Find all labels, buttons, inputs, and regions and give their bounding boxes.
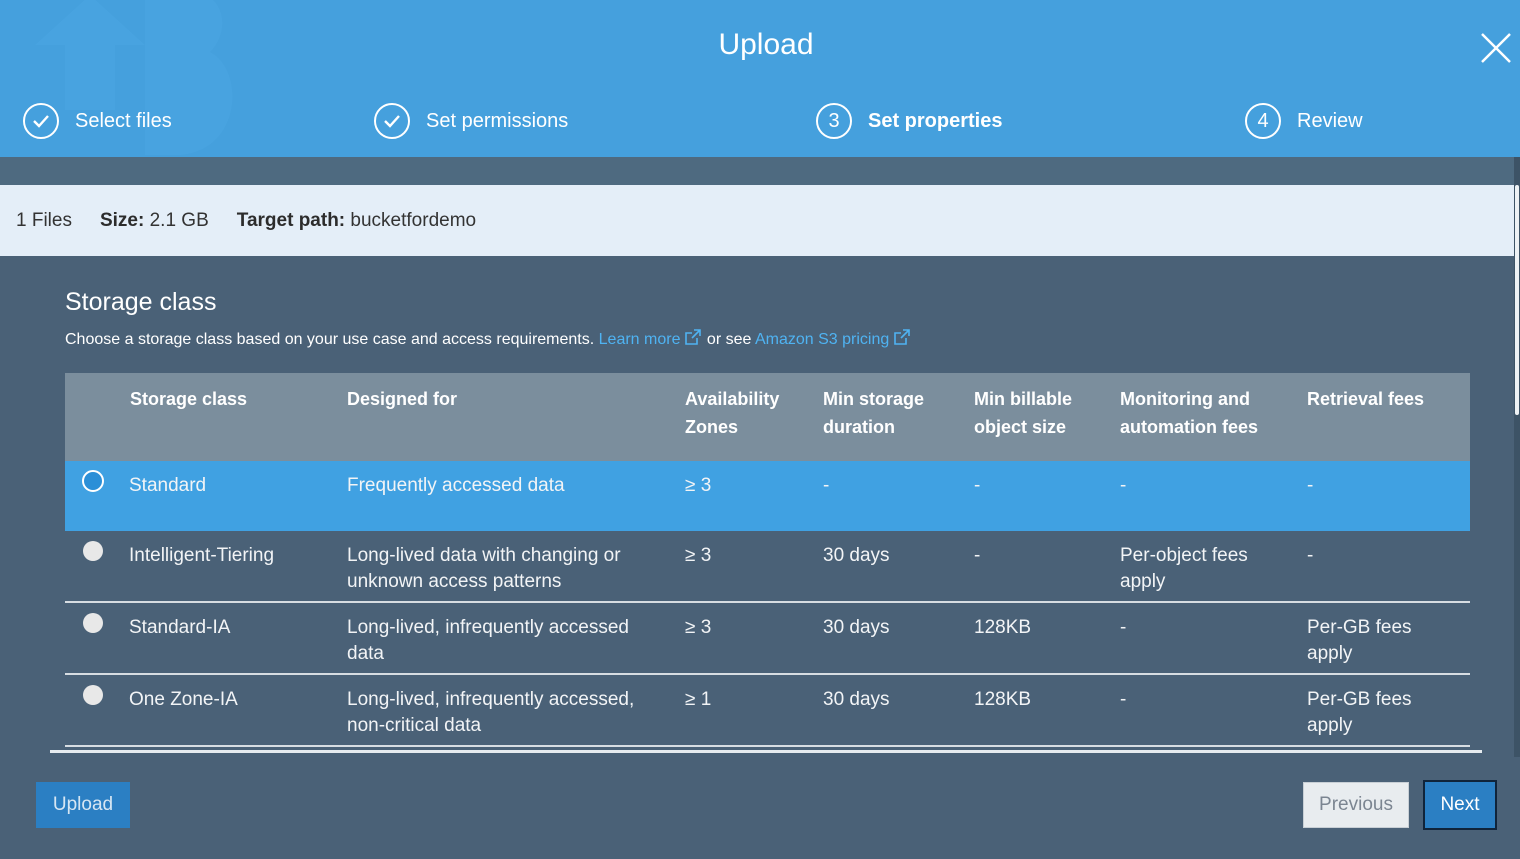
min-billable-size: 128KB — [974, 689, 1032, 710]
min-billable-size: 128KB — [974, 617, 1032, 638]
col-monitoring-fees: Monitoring and automation fees — [1120, 389, 1259, 437]
storage-class-name: Standard-IA — [129, 617, 231, 638]
col-retrieval-fees: Retrieval fees — [1307, 389, 1425, 409]
availability-zones: ≥ 1 — [685, 689, 712, 710]
step-number: 3 — [816, 103, 852, 139]
availability-zones: ≥ 3 — [685, 617, 712, 638]
step-set-permissions[interactable]: Set permissions — [374, 101, 568, 141]
learn-more-link[interactable]: Learn more — [599, 329, 703, 348]
min-billable-size: - — [974, 475, 981, 496]
target-path: Target path: bucketfordemo — [236, 209, 477, 231]
table-row[interactable]: Standard Frequently accessed data ≥ 3 - … — [65, 461, 1470, 531]
table-row[interactable]: One Zone-IA Long-lived, infrequently acc… — [65, 675, 1470, 747]
min-storage-duration: 30 days — [823, 617, 890, 638]
designed-for: Long-lived, infrequently accessed, non-cr… — [347, 689, 635, 736]
previous-button[interactable]: Previous — [1303, 782, 1409, 828]
radio-one-zone-ia[interactable] — [83, 685, 103, 705]
col-min-storage-duration: Min storage duration — [823, 389, 925, 437]
min-storage-duration: - — [823, 475, 830, 496]
designed-for: Long-lived, infrequently accessed data — [347, 617, 630, 664]
col-min-billable-size: Min billable object size — [974, 389, 1073, 437]
step-label: Set permissions — [426, 109, 569, 132]
availability-zones: ≥ 3 — [685, 545, 712, 566]
step-select-files[interactable]: Select files — [23, 101, 172, 141]
col-storage-class: Storage class — [130, 389, 248, 409]
retrieval-fees: Per-GB fees apply — [1307, 617, 1412, 664]
step-label: Select files — [75, 109, 172, 132]
radio-intelligent-tiering[interactable] — [83, 541, 103, 561]
storage-class-name: Standard — [129, 475, 207, 496]
monitoring-fees: - — [1120, 617, 1127, 638]
file-count: 1 Files — [16, 209, 72, 231]
upload-summary-bar: 1 Files Size: 2.1 GB Target path: bucket… — [0, 185, 1514, 256]
step-number: 4 — [1245, 103, 1281, 139]
table-row[interactable]: Intelligent-Tiering Long-lived data with… — [65, 531, 1470, 603]
check-icon — [23, 103, 59, 139]
availability-zones: ≥ 3 — [685, 475, 712, 496]
next-button[interactable]: Next — [1423, 780, 1497, 830]
table-header: Storage class Designed for Availability Z… — [65, 373, 1470, 461]
section-description: Choose a storage class based on your use… — [65, 328, 911, 349]
divider — [50, 750, 1482, 753]
min-storage-duration: 30 days — [823, 689, 890, 710]
radio-standard-ia[interactable] — [83, 613, 103, 633]
step-label: Set properties — [868, 109, 1003, 132]
retrieval-fees: Per-GB fees apply — [1307, 689, 1412, 736]
col-designed-for: Designed for — [347, 389, 458, 409]
storage-class-table: Storage class Designed for Availability Z… — [65, 373, 1470, 747]
section-title: Storage class — [65, 288, 217, 316]
storage-class-name: Intelligent-Tiering — [129, 545, 275, 566]
table-row[interactable]: Standard-IA Long-lived, infrequently acc… — [65, 603, 1470, 675]
external-link-icon — [685, 329, 702, 345]
dialog-title: Upload — [718, 28, 814, 61]
step-review[interactable]: 4 Review — [1245, 101, 1363, 141]
storage-class-panel: Storage class Choose a storage class bas… — [0, 256, 1514, 859]
retrieval-fees: - — [1307, 475, 1314, 496]
monitoring-fees: - — [1120, 689, 1127, 710]
upload-button[interactable]: Upload — [36, 782, 130, 828]
monitoring-fees: - — [1120, 475, 1127, 496]
close-icon[interactable] — [1478, 30, 1514, 66]
col-availability-zones: Availability Zones — [685, 389, 780, 437]
total-size: Size: 2.1 GB — [99, 209, 209, 231]
monitoring-fees: Per-object fees apply — [1120, 545, 1248, 592]
check-icon — [374, 103, 410, 139]
radio-standard[interactable] — [82, 470, 104, 492]
divider — [0, 157, 1514, 185]
min-storage-duration: 30 days — [823, 545, 890, 566]
designed-for: Frequently accessed data — [347, 475, 565, 496]
scrollbar-thumb[interactable] — [1515, 185, 1519, 415]
step-label: Review — [1297, 109, 1363, 132]
storage-class-name: One Zone-IA — [129, 689, 238, 710]
min-billable-size: - — [974, 545, 981, 566]
retrieval-fees: - — [1307, 545, 1314, 566]
designed-for: Long-lived data with changing or unknown … — [347, 545, 621, 592]
external-link-icon — [894, 329, 911, 345]
step-set-properties[interactable]: 3 Set properties — [816, 101, 1002, 141]
upload-dialog-header: Upload Select files Set permissions 3 Se… — [0, 0, 1520, 157]
s3-pricing-link[interactable]: Amazon S3 pricing — [755, 329, 911, 348]
